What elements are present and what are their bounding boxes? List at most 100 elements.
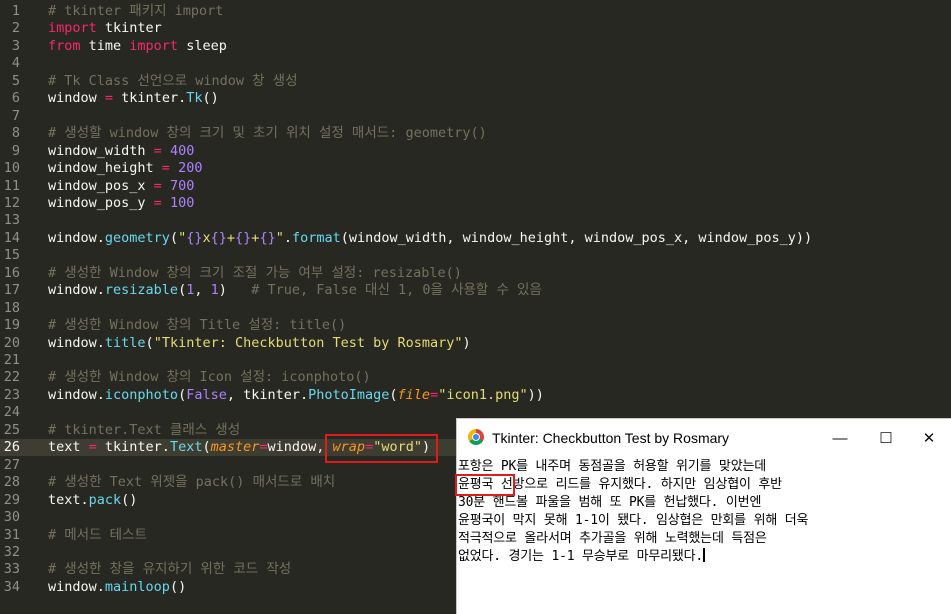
- line-number: 22: [3, 369, 20, 386]
- text-line: 30분 핸드볼 파울을 범해 또 PK를 헌납했다. 이번엔: [458, 495, 762, 510]
- line-number: 19: [3, 317, 20, 334]
- code-token: window.: [48, 282, 105, 299]
- code-token: {}: [235, 229, 252, 246]
- code-token: text: [48, 439, 89, 456]
- code-token: window.: [48, 386, 105, 403]
- code-token: # 생성한 Text 위젯을 pack() 매서드로 배치: [48, 474, 336, 491]
- code-token: =: [153, 194, 162, 211]
- code-line: from time import sleep: [48, 38, 227, 55]
- line-number: 30: [3, 509, 20, 526]
- code-token: master: [210, 439, 260, 456]
- code-token: # 생성할 window 창의 크기 및 초기 위치 설정 매서드: geome…: [48, 125, 487, 142]
- code-token: from: [48, 37, 81, 54]
- line-number: 1: [11, 3, 20, 19]
- code-line: window = tkinter.Tk(): [48, 90, 219, 107]
- code-token: # 메서드 테스트: [48, 526, 147, 543]
- code-token: window,: [267, 439, 333, 456]
- code-line: # 메서드 테스트: [48, 527, 147, 544]
- wrap-argument-highlight-box: [325, 434, 438, 463]
- text-line-last: 없었다. 경기는 1-1 무승부로 마무리됐다.: [458, 548, 706, 566]
- code-token: window_pos_x: [48, 177, 154, 194]
- line-number: 12: [3, 194, 20, 211]
- text-line: 적극적으로 올라서며 추가골을 위해 노력했는데 득점은: [458, 531, 767, 546]
- code-token: window: [48, 90, 105, 107]
- code-token: window_width: [48, 142, 154, 159]
- code-token: geometry: [104, 229, 170, 246]
- tkinter-window: Tkinter: Checkbutton Test by Rosmary — ☐…: [455, 418, 951, 614]
- code-token: {}: [210, 229, 227, 246]
- line-number: 34: [3, 578, 20, 595]
- line-number: 24: [3, 404, 20, 421]
- line-number: 9: [11, 142, 20, 159]
- text-widget[interactable]: 포항은 PK를 내주며 동점골을 허용할 위기를 맞았는데 윤평국 선방으로 리…: [458, 457, 951, 614]
- close-icon: ✕: [922, 430, 936, 447]
- code-token: =: [161, 160, 170, 177]
- line-number: 33: [3, 561, 20, 578]
- close-button[interactable]: ✕: [906, 419, 951, 457]
- text-caret: [703, 548, 706, 562]
- code-token: =: [104, 90, 114, 107]
- code-token: sleep: [178, 37, 227, 54]
- line-number: 17: [3, 282, 20, 299]
- code-token: tkinter: [96, 20, 162, 37]
- code-line: window.title("Tkinter: Checkbutton Test …: [48, 335, 471, 352]
- text-line: 윤평국이 막지 못해 1-1이 됐다. 임상협은 만회를 위해 더욱: [458, 513, 809, 528]
- code-token: Text: [169, 439, 203, 456]
- line-number: 25: [3, 421, 20, 438]
- window-title: Tkinter: Checkbutton Test by Rosmary: [492, 430, 730, 446]
- code-token: 200: [178, 160, 203, 177]
- code-line: # 생성할 window 창의 크기 및 초기 위치 설정 매서드: geome…: [48, 125, 487, 142]
- code-token: (: [178, 386, 187, 403]
- code-token: x: [202, 229, 211, 246]
- maximize-button[interactable]: ☐: [863, 419, 909, 457]
- line-number: 8: [11, 125, 20, 142]
- code-token: (): [202, 90, 219, 107]
- code-token: window_pos_y: [48, 194, 154, 211]
- code-token: mainloop: [104, 578, 170, 595]
- code-token: text.: [48, 491, 89, 508]
- line-number: 2: [11, 20, 20, 37]
- code-line: # 생성한 Window 창의 Title 설정: title(): [48, 317, 346, 334]
- line-number: 5: [11, 72, 20, 89]
- line-number: 27: [3, 456, 20, 473]
- code-token: (): [121, 491, 138, 508]
- code-token: (: [178, 282, 187, 299]
- code-token: ": [178, 229, 187, 246]
- code-line: text.pack(): [48, 492, 137, 509]
- minimize-button[interactable]: —: [817, 419, 863, 457]
- line-number: 32: [3, 543, 20, 560]
- code-token: format: [291, 229, 341, 246]
- code-token: # tkinter.Text 클래스 생성: [48, 421, 241, 438]
- code-token: window.: [48, 578, 105, 595]
- code-token: tkinter.: [113, 90, 187, 107]
- code-line: # 생성한 Window 창의 크기 조절 가능 여부 설정: resizabl…: [48, 265, 462, 282]
- code-line: # tkinter.Text 클래스 생성: [48, 422, 240, 439]
- code-line: # 생성한 창을 유지하기 위한 코드 작성: [48, 561, 291, 578]
- code-token: (): [169, 578, 187, 595]
- code-token: import: [129, 37, 179, 54]
- window-titlebar[interactable]: Tkinter: Checkbutton Test by Rosmary — ☐…: [457, 419, 951, 457]
- code-token: 1: [210, 282, 219, 299]
- line-number: 14: [3, 229, 20, 246]
- code-token: =: [259, 439, 268, 456]
- code-token: "Tkinter: Checkbutton Test by Rosmary": [153, 334, 463, 351]
- code-line: window.iconphoto(False, tkinter.PhotoIma…: [48, 387, 544, 404]
- code-token: window.: [48, 229, 105, 246]
- code-token: import: [48, 20, 97, 37]
- code-token: # tkinter 패키지 import: [48, 3, 224, 19]
- code-line: window.mainloop(): [48, 579, 186, 596]
- code-line: # tkinter 패키지 import: [48, 3, 223, 20]
- line-number: 10: [3, 160, 20, 177]
- line-number: 6: [11, 90, 20, 107]
- code-token: Tk: [186, 90, 203, 107]
- code-token: pack: [88, 491, 122, 508]
- code-token: =: [430, 386, 439, 403]
- code-token: window_height: [48, 160, 162, 177]
- code-token: "icon1.png": [438, 386, 528, 403]
- code-token: tkinter.: [96, 439, 170, 456]
- line-number: 3: [11, 37, 20, 54]
- code-token: # 생성한 Window 창의 Title 설정: title(): [48, 317, 347, 334]
- code-token: # True, False 대신 1, 0을 사용할 수 있음: [251, 282, 542, 299]
